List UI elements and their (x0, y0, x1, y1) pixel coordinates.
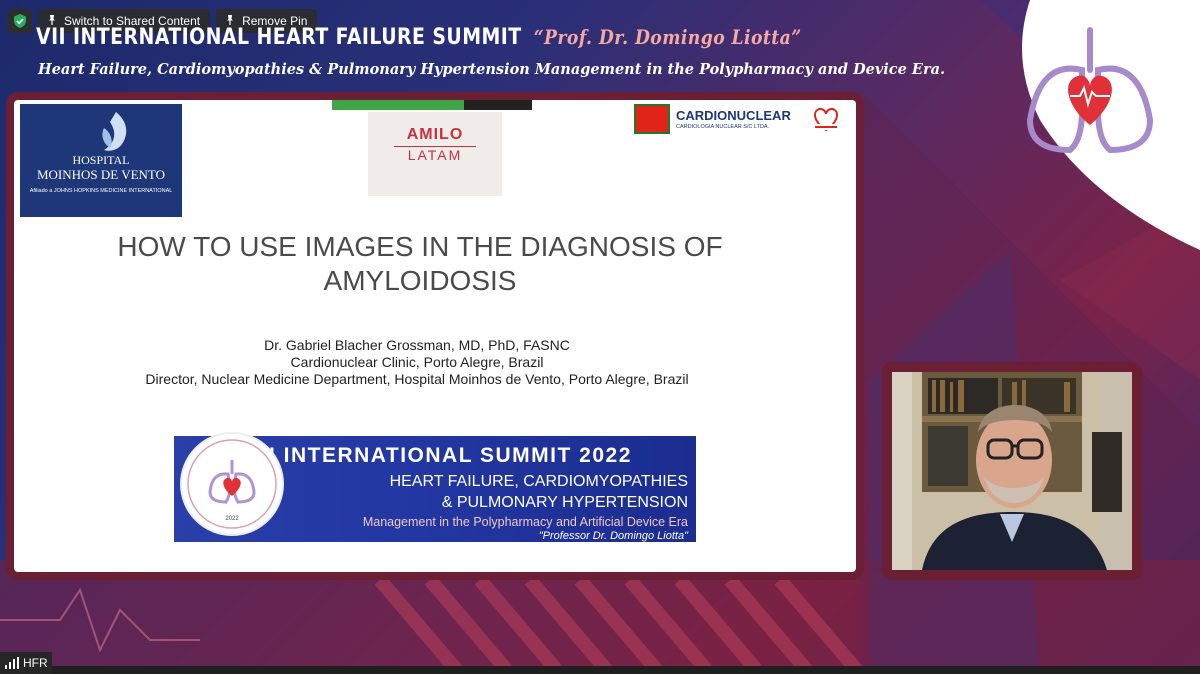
hospital-moinhos-logo: HOSPITAL MOINHOS DE VENTO Afiliado a JOH… (20, 104, 182, 217)
author-name: Dr. Gabriel Blacher Grossman, MD, PhD, F… (264, 337, 570, 353)
signal-strength-icon (5, 657, 19, 669)
shared-slide-frame: HOSPITAL MOINHOS DE VENTO Afiliado a JOH… (6, 92, 864, 580)
summit-seal-logo: 2022 (180, 432, 284, 536)
cardionuclear-subtitle: CARDIOLOGIA NUCLEAR S/C LTDA. (676, 124, 770, 130)
hospital-logo-line2: MOINHOS DE VENTO (36, 167, 166, 182)
summit-subtitle: Heart Failure, Cardiomyopathies & Pulmon… (38, 61, 946, 78)
slide-title-line1: HOW TO USE IMAGES IN THE DIAGNOSIS OF (117, 231, 723, 262)
author-affiliation: Cardionuclear Clinic, Porto Alegre, Braz… (290, 354, 544, 370)
summit-title: VII INTERNATIONAL HEART FAILURE SUMMIT “… (36, 25, 802, 50)
banner-line2: HEART FAILURE, CARDIOMYOPATHIES (389, 473, 688, 490)
amilo-logo-line2: LATAM (394, 146, 476, 163)
summit-title-text: VII INTERNATIONAL HEART FAILURE SUMMIT (36, 25, 522, 50)
summit-honoree: “Prof. Dr. Domingo Liotta” (533, 25, 802, 49)
speaker-video[interactable] (892, 372, 1132, 570)
speaker-video-image (892, 372, 1132, 570)
slide-title: HOW TO USE IMAGES IN THE DIAGNOSIS OF AM… (14, 230, 856, 298)
slide-title-line2: AMYLOIDOSIS (323, 265, 517, 296)
seal-year: 2022 (225, 516, 239, 522)
amilo-latam-logo: AMILO LATAM (368, 112, 502, 196)
speaker-video-frame (882, 362, 1142, 580)
hospital-logo-line1: HOSPITAL (72, 153, 130, 167)
summit-lungs-heart-logo (1022, 0, 1200, 250)
hospital-bird-icon (102, 112, 127, 151)
participant-name-label: HFR (23, 656, 48, 670)
slide-header-strip (332, 100, 532, 110)
bottom-band (0, 666, 1200, 674)
hospital-logo-affiliation: Afiliado a JOHNS HOPKINS MEDICINE INTERN… (29, 188, 173, 194)
slide-author-block: Dr. Gabriel Blacher Grossman, MD, PhD, F… (14, 337, 856, 388)
cardionuclear-name: CARDIONUCLEAR (676, 108, 791, 123)
banner-line3: & PULMONARY HYPERTENSION (441, 494, 688, 511)
banner-line4: Management in the Polypharmacy and Artif… (362, 515, 688, 529)
amilo-logo-line1: AMILO (406, 126, 464, 143)
cardionuclear-icon (634, 104, 670, 134)
seal-lungs-heart-icon: 2022 (187, 439, 277, 529)
cardiology-badge-icon (813, 107, 839, 132)
signal-status[interactable]: HFR (0, 652, 52, 674)
security-shield-icon[interactable] (8, 9, 32, 33)
banner-line5: "Professor Dr. Domingo Liotta" (538, 530, 688, 542)
slide-strip-right (464, 100, 532, 110)
slide-strip-left (332, 100, 464, 110)
presentation-slide: HOSPITAL MOINHOS DE VENTO Afiliado a JOH… (14, 100, 856, 572)
cardionuclear-logo: CARDIONUCLEAR CARDIOLOGIA NUCLEAR S/C LT… (634, 104, 842, 136)
author-position: Director, Nuclear Medicine Department, H… (145, 371, 689, 387)
